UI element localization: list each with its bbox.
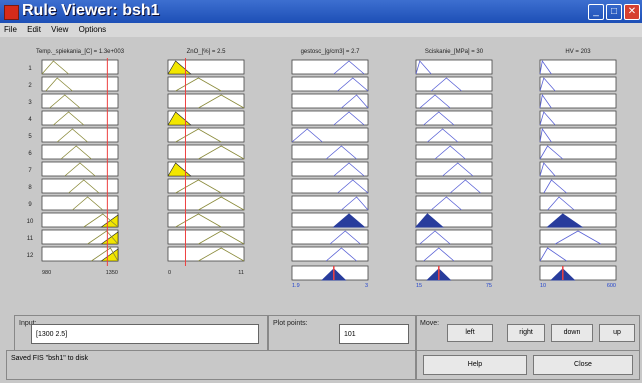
rule-number: 7: [28, 168, 32, 174]
rule-number: 8: [28, 185, 32, 191]
rule-number: 2: [28, 83, 32, 89]
matlab-app-icon: [4, 5, 19, 20]
rule-6-col-5-plot: [539, 144, 617, 160]
column-label-2: ZnO_[%] = 2.5: [187, 49, 227, 55]
rule-5-col-5-plot: [539, 127, 617, 143]
rule-8-col-4-plot: [415, 178, 493, 194]
range-max-label: 75: [486, 283, 492, 289]
rule-5-col-4-plot: [415, 127, 493, 143]
rule-number: 9: [28, 202, 32, 208]
close-icon[interactable]: ✕: [624, 4, 640, 20]
column-label-3: gestosc_[g/cm3] = 2.7: [301, 49, 361, 55]
range-min-label: 15: [416, 283, 422, 289]
help-close-panel: Help Close: [416, 350, 640, 380]
title-bar: Rule Viewer: bsh1 _ □ ✕: [0, 0, 642, 23]
rule-8-col-1-plot: [41, 178, 119, 194]
rule-9-col-2-plot: [167, 195, 245, 211]
menu-options[interactable]: Options: [79, 25, 107, 34]
rule-2-col-3-plot: [291, 76, 369, 92]
move-left-button[interactable]: left: [447, 324, 493, 342]
menu-file[interactable]: File: [4, 25, 17, 34]
range-min-label: 1.9: [292, 283, 300, 289]
rule-number: 1: [28, 66, 32, 72]
rule-9-col-5-plot: [539, 195, 617, 211]
rule-4-col-1-plot: [41, 110, 119, 126]
rule-number: 5: [28, 134, 32, 140]
aggregate-output-plot: [415, 265, 493, 281]
rule-number: 6: [28, 151, 32, 157]
status-text: Saved FIS "bsh1" to disk: [11, 355, 88, 362]
rule-2-col-5-plot: [539, 76, 617, 92]
column-label-1: Temp._spiekania_[C] = 1.3e+003: [36, 49, 125, 55]
aggregate-output-plot: [539, 265, 617, 281]
range-min-label: 980: [42, 270, 51, 276]
rule-plot-area: Temp._spiekania_[C] = 1.3e+003 ZnO_[%] = …: [27, 49, 617, 289]
move-down-button[interactable]: down: [551, 324, 593, 342]
menu-edit[interactable]: Edit: [27, 25, 41, 34]
move-label: Move:: [420, 320, 440, 327]
plot-points-field[interactable]: 101: [339, 324, 409, 344]
rule-3-col-5-plot: [539, 93, 617, 109]
rule-number: 3: [28, 100, 32, 106]
rule-11-col-2-plot: [167, 229, 245, 245]
rule-11-col-3-plot: [291, 229, 369, 245]
rule-number: 12: [27, 253, 34, 259]
rule-6-col-1-plot: [41, 144, 119, 160]
maximize-icon[interactable]: □: [606, 4, 622, 20]
rule-11-col-5-plot: [539, 229, 617, 245]
column-label-4: Sciskanie_[MPa] = 30: [425, 49, 484, 55]
close-button[interactable]: Close: [533, 355, 633, 375]
rule-6-col-4-plot: [415, 144, 493, 160]
range-max-label: 11: [238, 270, 244, 276]
plot-points-panel: Plot points: 101: [268, 315, 416, 351]
rule-2-col-1-plot: [41, 76, 119, 92]
rule-number: 11: [27, 236, 34, 242]
rule-3-col-1-plot: [41, 93, 119, 109]
status-bar: Saved FIS "bsh1" to disk: [6, 350, 416, 380]
column-label-5: HV = 203: [565, 49, 591, 55]
window-title: Rule Viewer: bsh1: [22, 2, 160, 19]
range-min-label: 10: [540, 283, 546, 289]
rule-5-col-3-plot: [291, 127, 369, 143]
rule-4-col-4-plot: [415, 110, 493, 126]
rule-3-col-2-plot: [167, 93, 245, 109]
rule-7-col-1-plot: [41, 161, 119, 177]
input-panel: Input: [1300 2.5]: [14, 315, 268, 351]
rule-6-col-3-plot: [291, 144, 369, 160]
rule-7-col-5-plot: [539, 161, 617, 177]
rule-number: 4: [28, 117, 32, 123]
range-max-label: 3: [365, 283, 368, 289]
rule-1-col-4-plot: [415, 59, 493, 75]
move-panel: Move: left right down up: [416, 315, 640, 351]
range-max-label: 1350: [106, 270, 118, 276]
help-button[interactable]: Help: [423, 355, 527, 375]
rule-1-col-5-plot: [539, 59, 617, 75]
rule-7-col-4-plot: [415, 161, 493, 177]
rule-8-col-3-plot: [291, 178, 369, 194]
input-field[interactable]: [1300 2.5]: [31, 324, 259, 344]
minimize-icon[interactable]: _: [588, 4, 604, 20]
range-min-label: 0: [168, 270, 171, 276]
move-right-button[interactable]: right: [507, 324, 545, 342]
rule-9-col-3-plot: [291, 195, 369, 211]
rule-number: 10: [27, 219, 34, 225]
menu-bar: File Edit View Options: [0, 23, 642, 37]
range-max-label: 600: [607, 283, 616, 289]
rule-1-col-1-plot: [41, 59, 119, 75]
rule-12-col-3-plot: [291, 246, 369, 262]
rule-12-col-2-plot: [167, 246, 245, 262]
rule-12-col-5-plot: [539, 246, 617, 262]
rule-4-col-5-plot: [539, 110, 617, 126]
menu-view[interactable]: View: [51, 25, 68, 34]
rule-8-col-5-plot: [539, 178, 617, 194]
rule-12-col-4-plot: [415, 246, 493, 262]
plot-points-label: Plot points:: [273, 320, 308, 327]
rule-6-col-2-plot: [167, 144, 245, 160]
rule-3-col-3-plot: [291, 93, 369, 109]
move-up-button[interactable]: up: [599, 324, 635, 342]
